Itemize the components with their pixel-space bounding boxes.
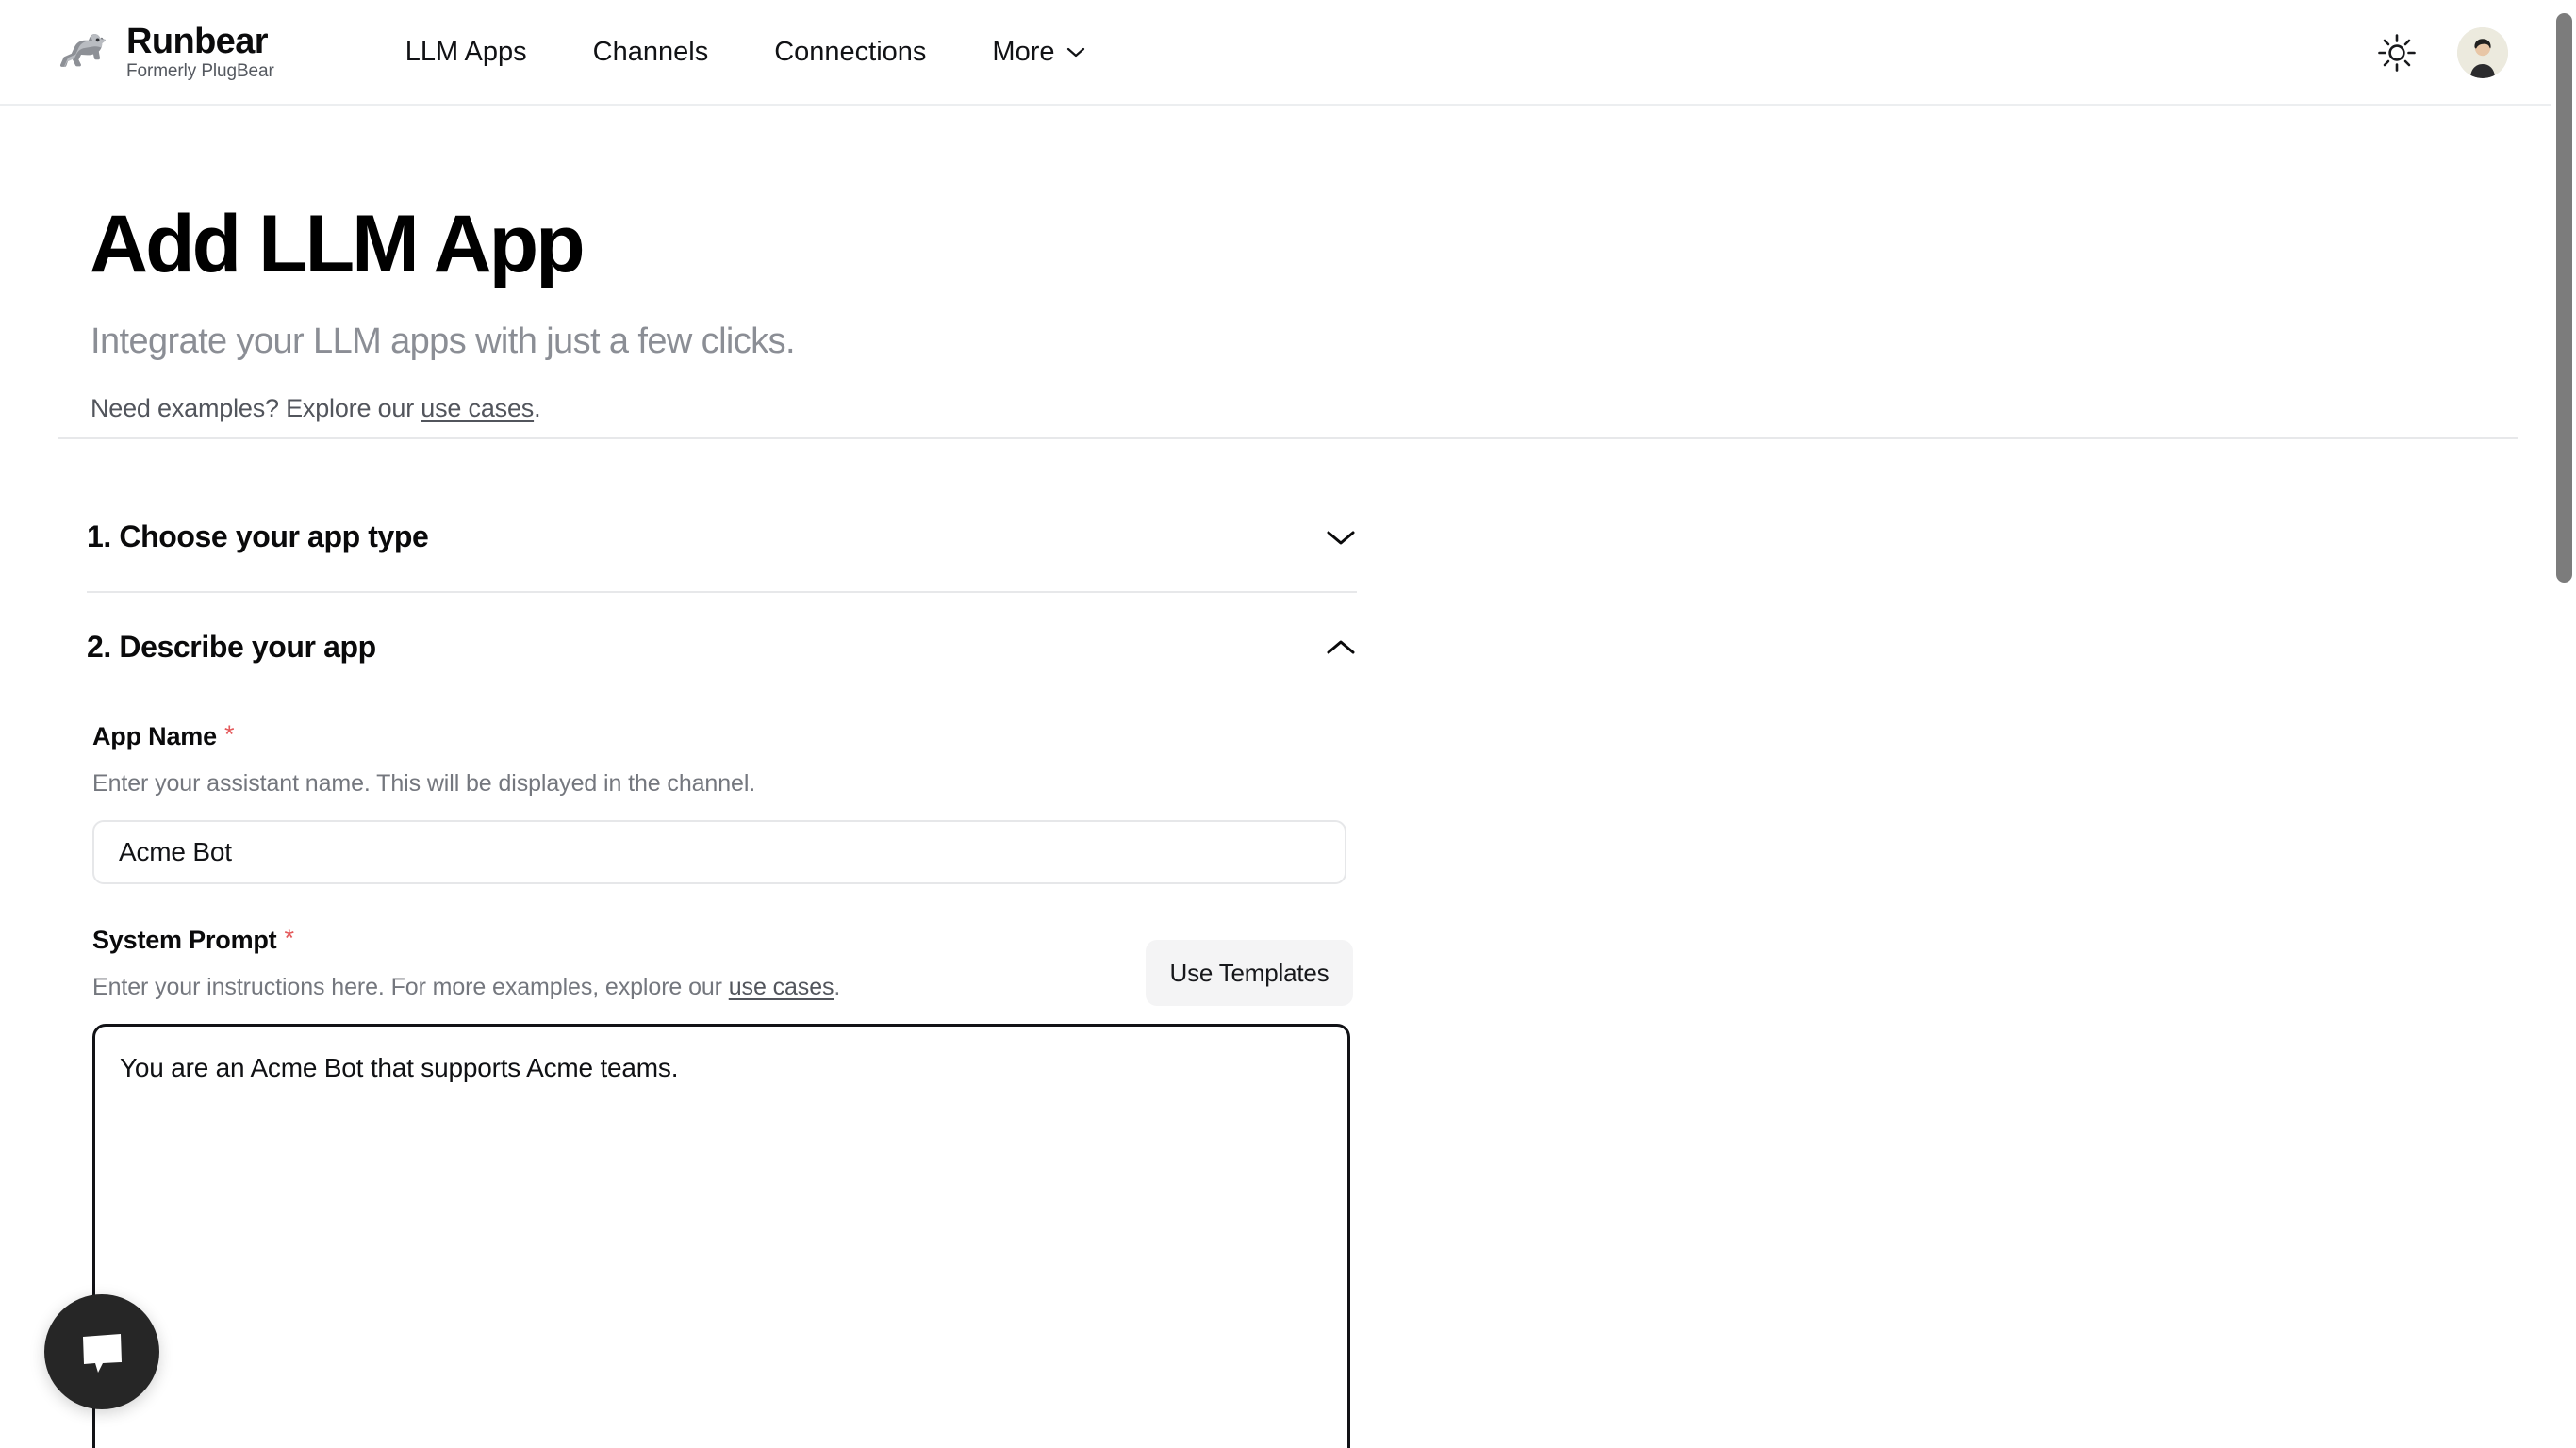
page-subtitle: Integrate your LLM apps with just a few … [91,321,796,361]
app-name-label: App Name * [92,722,1357,751]
field-system-prompt: System Prompt * Enter your instructions … [92,926,1357,1448]
system-prompt-label-text: System Prompt [92,926,277,954]
page-note: Need examples? Explore our use cases. [91,394,2576,423]
nav-item-label: Channels [592,36,709,67]
required-asterisk: * [223,720,235,749]
accordion-section-describe-app: 2. Describe your app App Name * Enter yo… [87,593,1357,1448]
page-scrollbar-track[interactable] [2551,0,2576,1448]
page-note-suffix: . [534,393,541,422]
system-prompt-textarea[interactable] [92,1024,1350,1448]
field-app-name: App Name * Enter your assistant name. Th… [92,722,1357,884]
brand-tagline: Formerly PlugBear [126,61,274,82]
nav-item-channels[interactable]: Channels [560,37,742,68]
page-scrollbar-thumb[interactable] [2556,13,2572,583]
user-avatar-image [2457,27,2508,78]
sun-icon [2378,34,2416,72]
nav-item-label: LLM Apps [405,36,527,67]
setup-accordion: 1. Choose your app type 2. Describe your… [87,483,1357,1448]
accordion-body-describe-app: App Name * Enter your assistant name. Th… [87,701,1357,1448]
required-asterisk: * [284,924,294,952]
use-cases-link[interactable]: use cases [421,394,534,422]
page-title: Add LLM App [90,199,586,289]
brand-logo-link[interactable]: Runbear Formerly PlugBear [58,21,274,82]
page-note-prefix: Need examples? Explore our [91,393,421,422]
app-root: Runbear Formerly PlugBear LLM Apps Chann… [0,0,2576,1448]
use-cases-link[interactable]: use cases [729,974,834,1000]
nav-item-connections[interactable]: Connections [741,37,959,68]
accordion-title: 1. Choose your app type [87,519,429,553]
avatar[interactable] [2457,27,2508,78]
app-name-help-text: Enter your assistant name. This will be … [92,770,756,797]
main-nav: LLM Apps Channels Connections More [372,37,1118,68]
chat-bubble-icon [83,1334,122,1373]
accordion-header-app-type[interactable]: 1. Choose your app type [87,483,1357,591]
accordion-section-app-type: 1. Choose your app type [87,483,1357,593]
chat-widget-button[interactable] [44,1294,159,1409]
chevron-down-icon[interactable] [1325,528,1357,547]
use-templates-button[interactable]: Use Templates [1146,940,1353,1006]
header-divider [58,437,2518,439]
system-prompt-help-prefix: Enter your instructions here. For more e… [92,974,729,1000]
page-content: Add LLM App Integrate your LLM apps with… [0,106,2576,1448]
nav-item-label: Connections [774,36,927,67]
runbear-bear-logo-icon [59,34,106,68]
chevron-down-icon [1066,47,1084,58]
chevron-up-icon[interactable] [1325,638,1357,657]
app-name-label-text: App Name [92,722,217,750]
theme-toggle-button[interactable] [2374,30,2419,75]
brand-name: Runbear [126,21,269,61]
accordion-header-describe-app[interactable]: 2. Describe your app [87,593,1357,701]
nav-item-llm-apps[interactable]: LLM Apps [372,37,560,68]
top-navigation-bar: Runbear Formerly PlugBear LLM Apps Chann… [0,0,2576,106]
header-actions [2374,0,2576,106]
nav-item-more[interactable]: More [959,37,1117,68]
app-name-input[interactable] [92,820,1346,884]
nav-item-label: More [992,36,1055,67]
accordion-title: 2. Describe your app [87,630,376,664]
brand-text: Runbear Formerly PlugBear [126,21,274,82]
system-prompt-help-suffix: . [834,974,841,1000]
